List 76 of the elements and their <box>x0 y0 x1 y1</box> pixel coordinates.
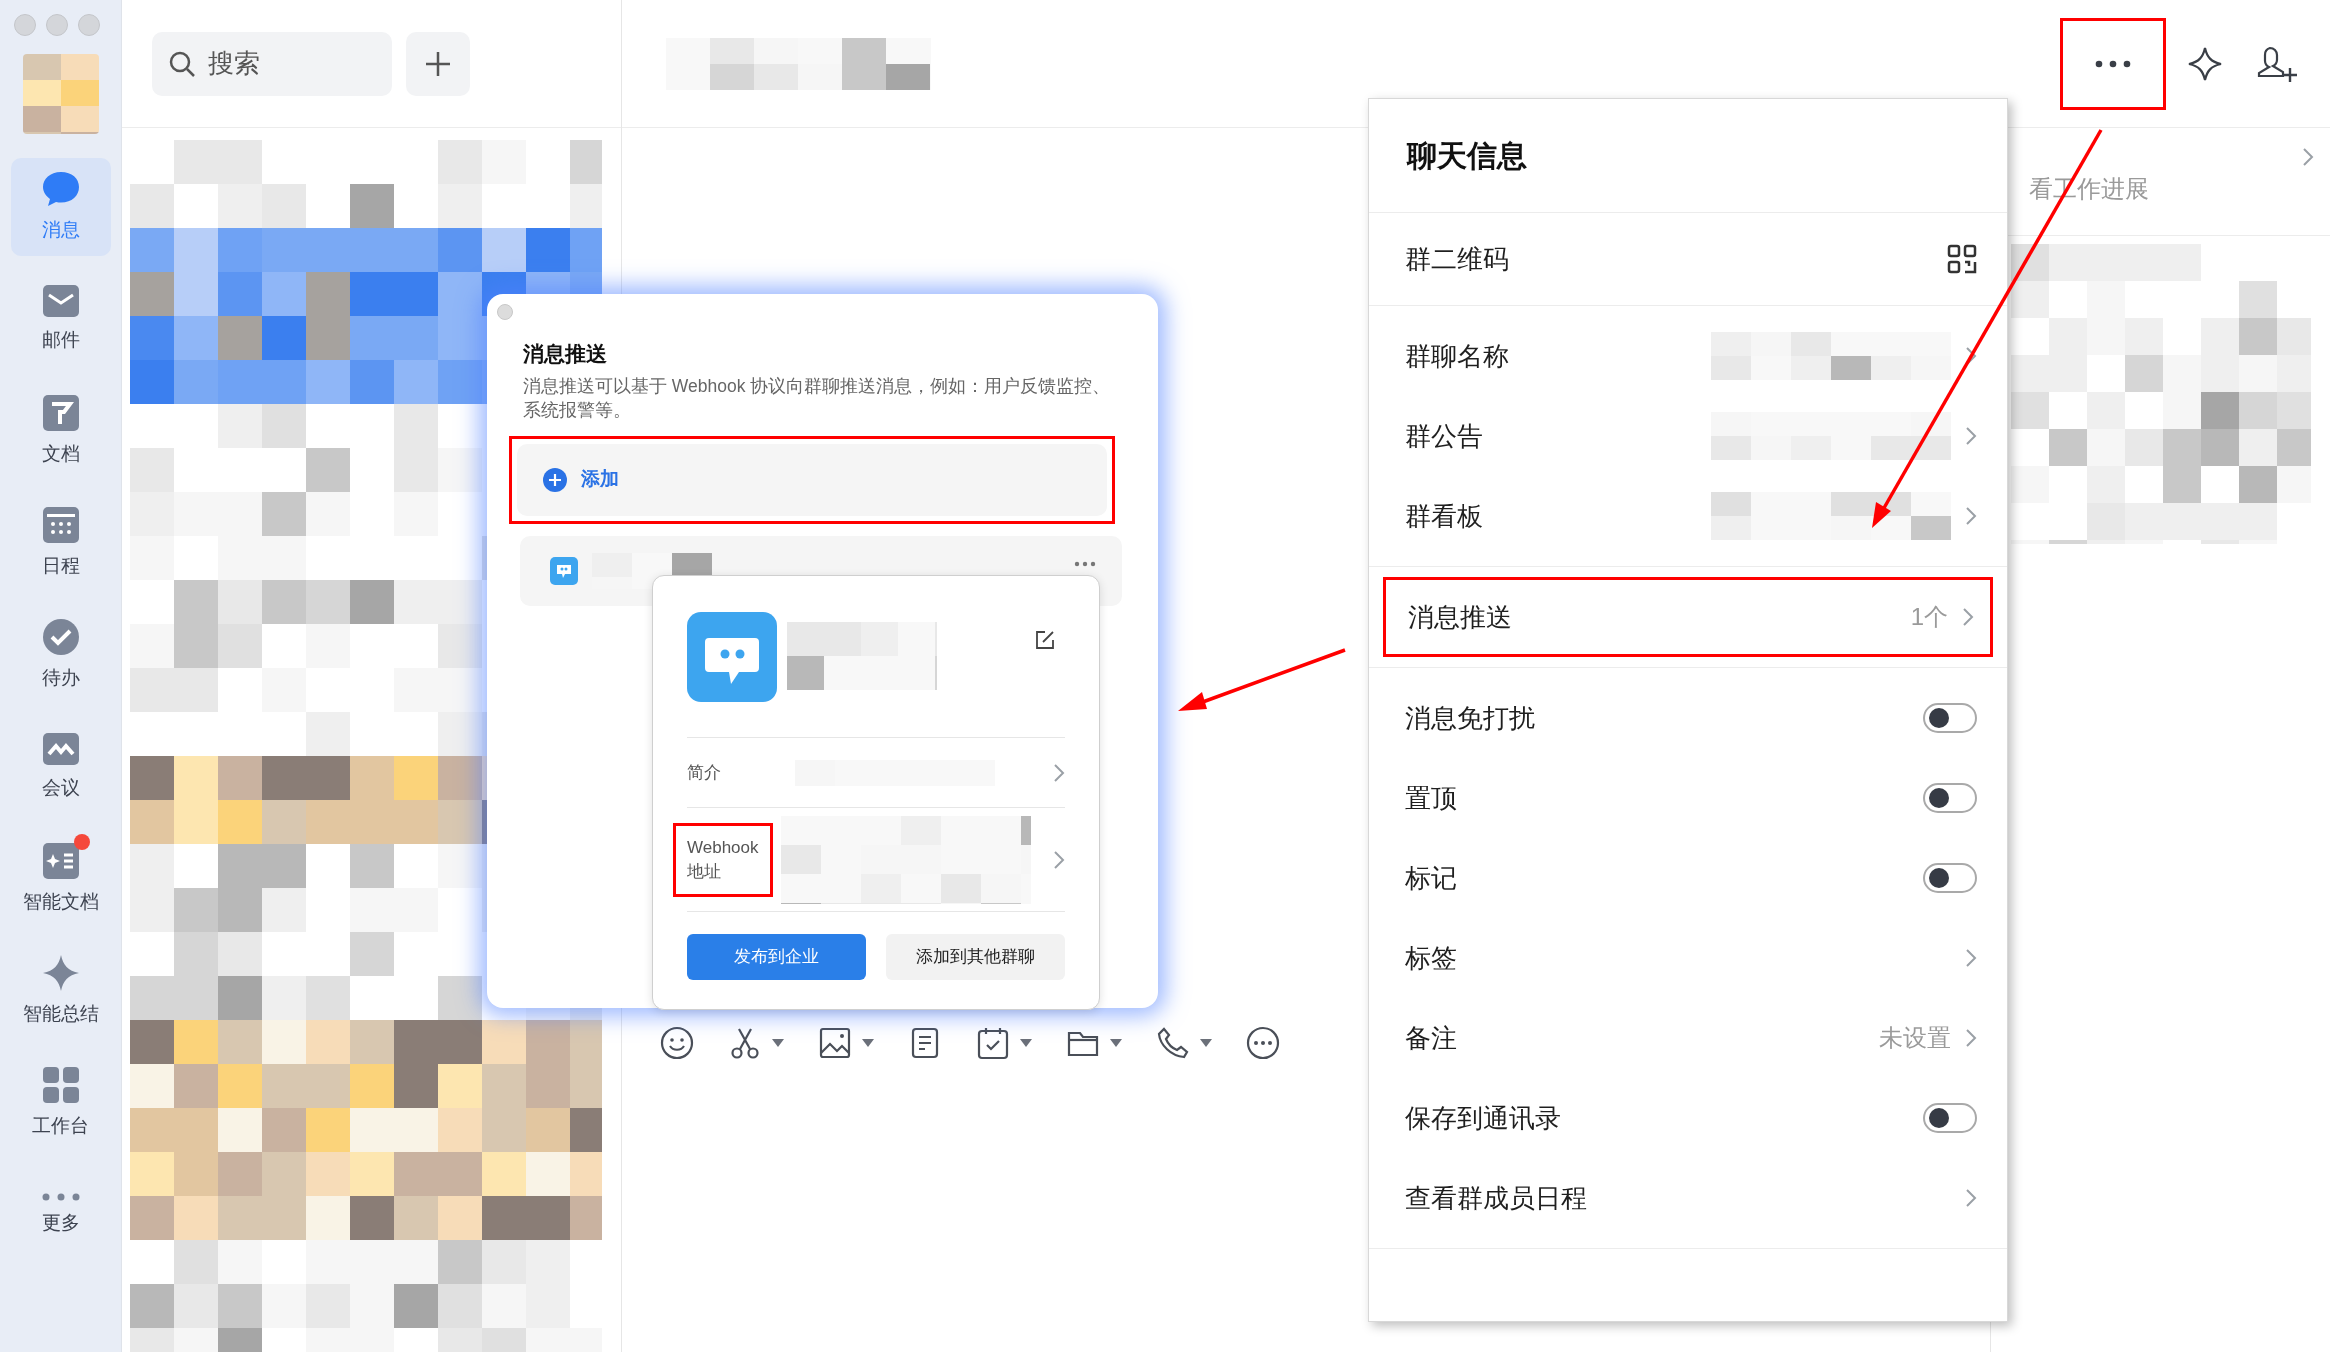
panel-title: 聊天信息 <box>1407 138 1527 174</box>
nav-item[interactable]: 日程 <box>10 494 111 592</box>
envelope-icon <box>41 283 80 318</box>
sparkle-icon <box>2187 45 2223 82</box>
dialog-title: 消息推送 <box>523 341 608 367</box>
chevron-right-icon <box>1053 762 1065 783</box>
row-label: 群二维码 <box>1405 242 1509 276</box>
row-value: 未设置 <box>1879 1023 1951 1053</box>
phone-icon <box>1156 1026 1190 1060</box>
caret-down-icon <box>862 1039 874 1047</box>
nav-item[interactable]: 工作台 <box>10 1054 111 1152</box>
chat-bubble-icon <box>40 169 81 208</box>
image-icon <box>818 1026 852 1060</box>
row-label: 标签 <box>1405 941 1457 975</box>
calendar-icon <box>41 505 80 544</box>
search-field[interactable]: 搜索 <box>152 31 392 96</box>
edit-icon <box>1035 630 1055 650</box>
caret-down-icon <box>1200 1039 1212 1047</box>
check-circle-icon <box>41 617 80 656</box>
row-label: 标记 <box>1405 861 1457 895</box>
row-label: 备注 <box>1405 1021 1457 1055</box>
chevron-right-icon <box>1962 607 1974 627</box>
plus-icon <box>424 49 452 78</box>
toggle-switch[interactable] <box>1923 1103 1977 1133</box>
row-label: 群公告 <box>1405 419 1483 453</box>
field-label: 简介 <box>687 761 722 784</box>
caret-down-icon <box>772 1039 784 1047</box>
row-label: 置顶 <box>1405 781 1457 815</box>
chevron-right-icon <box>1965 1028 1977 1048</box>
more-icon <box>1074 560 1096 567</box>
toggle-switch[interactable] <box>1923 703 1977 733</box>
nav-item[interactable]: 智能总结 <box>10 942 111 1040</box>
nav-item[interactable]: 更多 <box>10 1166 111 1264</box>
chevron-right-icon <box>1965 506 1977 526</box>
edit-button[interactable] <box>1035 630 1055 650</box>
row-label: 群看板 <box>1405 499 1483 533</box>
calendar-check-icon <box>976 1026 1010 1060</box>
nav-item[interactable]: 会议 <box>10 718 111 816</box>
chevron-right-icon <box>1053 849 1065 870</box>
chevron-right-icon <box>1965 948 1977 968</box>
row-label: 群聊名称 <box>1405 339 1509 373</box>
nav-item[interactable]: 智能文档 <box>10 830 111 928</box>
more-icon <box>41 1192 80 1201</box>
more-circle-icon <box>1246 1026 1280 1060</box>
smart-document-icon <box>41 841 80 880</box>
nav-item[interactable]: 待办 <box>10 606 111 704</box>
bot-avatar-icon <box>687 612 777 702</box>
row-label: 保存到通讯录 <box>1405 1101 1561 1135</box>
document-icon <box>41 393 80 432</box>
row-value: 1个 <box>1910 602 1948 632</box>
more-icon <box>2095 59 2131 68</box>
nav-item[interactable]: 文档 <box>10 382 111 480</box>
qr-code-icon <box>1947 244 1977 274</box>
publish-button[interactable]: 发布到企业 <box>687 934 866 980</box>
add-webhook-button[interactable]: 添加 <box>517 443 1107 516</box>
row-label: 查看群成员日程 <box>1405 1181 1587 1215</box>
chevron-right-icon <box>1965 1188 1977 1208</box>
smiley-icon <box>660 1026 694 1060</box>
field-label: Webhook 地址 <box>687 836 760 883</box>
grid-icon <box>41 1065 80 1104</box>
toggle-switch[interactable] <box>1923 863 1977 893</box>
bot-icon <box>550 556 578 585</box>
nav-item[interactable]: 邮件 <box>10 270 111 368</box>
plus-circle-icon <box>543 467 567 492</box>
meeting-icon <box>41 731 80 766</box>
dialog-description: 消息推送可以基于 Webhook 协议向群聊推送消息，例如：用户反馈监控、系统报警等。 <box>523 374 1112 422</box>
chevron-right-icon <box>1965 426 1977 446</box>
toggle-switch[interactable] <box>1923 783 1977 813</box>
row-label: 消息推送 <box>1408 600 1512 634</box>
add-to-group-button[interactable]: 添加到其他群聊 <box>886 934 1065 980</box>
row-label: 消息免打扰 <box>1405 701 1535 735</box>
caret-down-icon <box>1020 1039 1032 1047</box>
caret-down-icon <box>1110 1039 1122 1047</box>
add-button[interactable] <box>406 31 470 96</box>
search-icon <box>168 49 196 78</box>
chevron-right-icon <box>2302 147 2314 167</box>
